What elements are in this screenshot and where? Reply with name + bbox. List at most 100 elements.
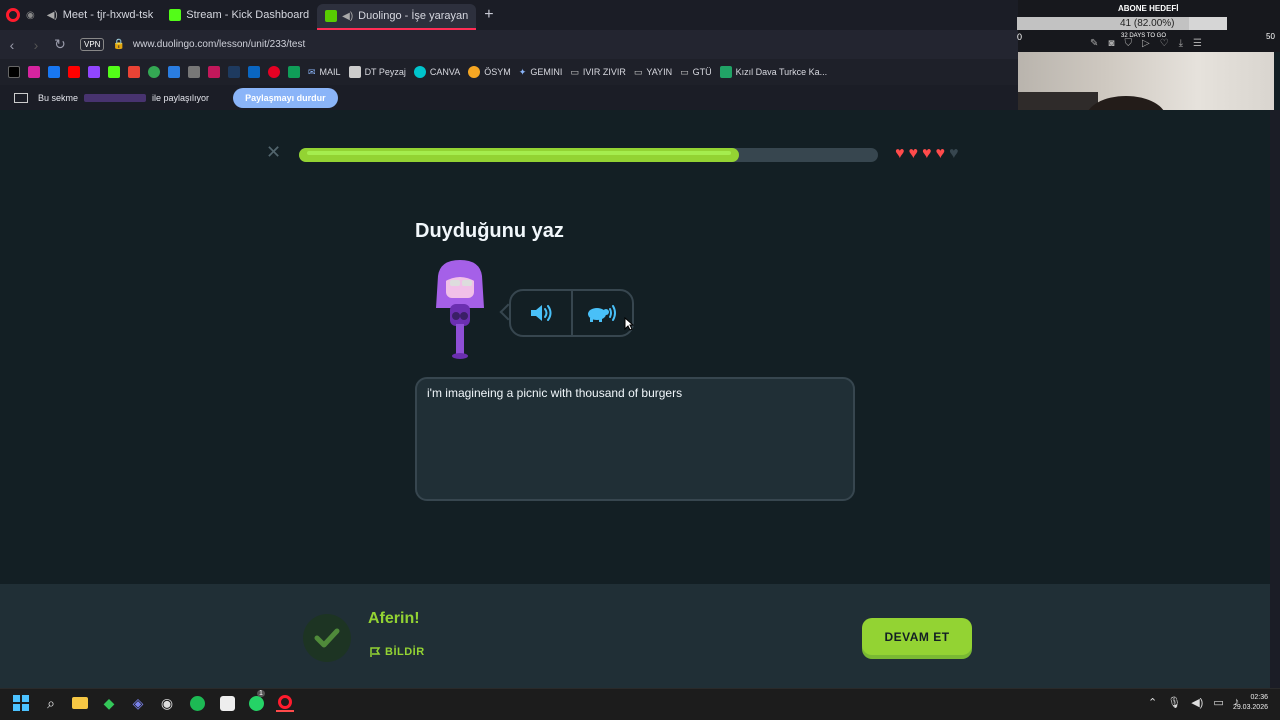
close-lesson-icon[interactable]: ✕	[266, 142, 281, 163]
feedback-footer	[0, 584, 1270, 688]
mail-icon: ✉	[308, 66, 316, 77]
play-audio-button[interactable]	[511, 291, 571, 335]
bookmark-osym[interactable]: ÖSYM	[468, 66, 511, 78]
finance-icon[interactable]	[168, 66, 180, 78]
correct-check-badge	[303, 614, 351, 662]
tab-meet[interactable]: ◀) Meet - tjr-hxwd-tsk	[39, 3, 162, 27]
tab-label: Stream - Kick Dashboard	[186, 9, 310, 21]
pinterest-icon[interactable]	[268, 66, 280, 78]
address-bar: ‹ › ↻ VPN 🔒 www.duolingo.com/lesson/unit…	[0, 30, 1018, 59]
heart-full-icon: ♥	[935, 145, 946, 162]
folder-icon: ▭	[633, 66, 643, 77]
vpn-badge[interactable]: VPN	[80, 38, 105, 51]
bookmark-icon[interactable]	[228, 66, 240, 78]
bookmark-yayin[interactable]: ▭ YAYIN	[634, 67, 672, 78]
menu-icon[interactable]: ☰	[1193, 38, 1202, 49]
lesson-progress-shine	[307, 151, 732, 155]
clock-date: 29.03.2026	[1232, 704, 1268, 711]
forward-arrow-icon[interactable]: ›	[24, 37, 48, 53]
edit-icon[interactable]: ✎	[1090, 38, 1098, 49]
teams-icon[interactable]: ◈	[129, 694, 147, 712]
maps-icon[interactable]	[148, 66, 160, 78]
url-field[interactable]: www.duolingo.com/lesson/unit/233/test	[133, 39, 305, 50]
page-icon	[348, 66, 361, 78]
whatsapp-icon[interactable]: 1	[247, 690, 265, 712]
bookmark-gemini[interactable]: ✦ GEMINI	[519, 67, 563, 78]
answer-text: i'm imagineing a picnic with thousand of…	[427, 386, 683, 400]
microphone-icon[interactable]: 🎙	[1167, 696, 1181, 709]
chevron-up-icon[interactable]: ⌃	[1148, 696, 1157, 709]
bookmark-kizil-dava[interactable]: Kızıl Dava Turkce Ka...	[719, 66, 827, 78]
tab-label: Meet - tjr-hxwd-tsk	[62, 9, 154, 21]
back-arrow-icon[interactable]: ‹	[0, 37, 24, 53]
heart-full-icon: ♥	[908, 145, 919, 162]
goal-start-value: 0	[1017, 32, 1023, 42]
heart-icon[interactable]: ♡	[1160, 38, 1169, 49]
bookmark-icon[interactable]	[208, 66, 220, 78]
answer-textarea[interactable]: i'm imagineing a picnic with thousand of…	[415, 377, 855, 501]
scrollbar[interactable]	[1270, 110, 1280, 688]
lock-icon[interactable]: 🔒	[112, 39, 124, 50]
steam-icon[interactable]: ◉	[158, 694, 176, 712]
duolingo-icon	[325, 10, 338, 22]
share-suffix: ile paylaşılıyor	[152, 92, 210, 103]
download-icon[interactable]: ⤓	[1179, 38, 1183, 49]
gmail-icon[interactable]	[128, 66, 140, 78]
linkedin-icon[interactable]	[248, 66, 260, 78]
heart-empty-icon: ♥	[949, 145, 959, 162]
twitch-icon[interactable]	[88, 66, 100, 78]
windows-start-icon[interactable]	[12, 694, 30, 712]
spotify-icon[interactable]	[188, 694, 206, 712]
exercise-title: Duyduğunu yaz	[415, 220, 564, 242]
redacted-share-target	[84, 93, 147, 102]
speaker-icon: ◀)	[342, 10, 354, 22]
subscriber-goal-text: 41 (82.00%)	[1120, 18, 1175, 29]
sheets-icon	[719, 66, 732, 78]
volume-icon[interactable]: ◀)	[1191, 696, 1203, 709]
mouse-cursor-icon	[624, 317, 634, 331]
speaker-icon: ◀)	[46, 9, 58, 21]
bookmark-canva[interactable]: CANVA	[413, 66, 460, 78]
gemini-icon: ✦	[518, 66, 527, 77]
bookmark-icon[interactable]	[288, 66, 300, 78]
facebook-icon[interactable]	[48, 66, 60, 78]
speaker-icon	[530, 305, 552, 321]
whatsapp-sidebar-icon[interactable]: ◉	[26, 10, 35, 21]
bookmarks-bar: ✉ MAIL DT Peyzaj CANVA ÖSYM ✦ GEMINI ▭ IVIR…	[0, 59, 1018, 85]
continue-button[interactable]: DEVAM ET	[862, 618, 972, 655]
bookmark-gtu[interactable]: ▭ GTÜ	[680, 67, 712, 78]
file-explorer-icon[interactable]	[71, 694, 89, 712]
report-button[interactable]: BİLDİR	[369, 646, 425, 658]
instagram-icon[interactable]	[28, 66, 40, 78]
lesson-progress-fill	[299, 148, 740, 162]
bookmark-mail[interactable]: ✉ MAIL	[308, 67, 341, 78]
tab-duolingo[interactable]: ◀) Duolingo - İşe yarayan	[317, 4, 477, 30]
stop-sharing-button[interactable]: Paylaşmayı durdur	[233, 87, 338, 108]
screen-share-icon	[14, 92, 28, 103]
taskbar-clock[interactable]: 02:36 29.03.2026	[1228, 693, 1268, 713]
network-icon[interactable]: ▭	[1213, 696, 1223, 709]
opera-taskbar-icon[interactable]	[276, 694, 294, 712]
search-icon[interactable]: ⌕	[42, 694, 60, 712]
xbox-icon[interactable]: ◆	[100, 694, 118, 712]
flag-icon	[370, 647, 381, 657]
tab-kick-dashboard[interactable]: Stream - Kick Dashboard	[161, 3, 317, 27]
link-icon[interactable]	[188, 66, 200, 78]
kick-icon	[169, 9, 182, 21]
x-twitter-icon[interactable]	[8, 66, 20, 78]
bookmark-ivir-zivir[interactable]: ▭ IVIR ZIVIR	[570, 67, 626, 78]
camera-icon[interactable]: ◙	[1108, 38, 1114, 49]
kick-icon[interactable]	[108, 66, 120, 78]
reload-icon[interactable]: ↻	[48, 36, 72, 53]
lesson-main-area	[0, 110, 1270, 584]
opera-logo-icon[interactable]	[6, 8, 20, 22]
folder-icon: ▭	[570, 66, 579, 77]
play-icon[interactable]: ▷	[1142, 38, 1150, 49]
youtube-icon[interactable]	[68, 66, 80, 78]
system-tray: ⌃ 🎙 ◀) ▭ ♪	[1148, 696, 1239, 709]
new-tab-button[interactable]: +	[484, 6, 493, 24]
hearts-display: ♥ ♥ ♥ ♥ ♥	[895, 145, 959, 163]
bookmark-dt-peyzaj[interactable]: DT Peyzaj	[348, 66, 406, 78]
kick-app-icon[interactable]	[218, 694, 236, 712]
shield-icon[interactable]: ⛉	[1124, 38, 1132, 49]
